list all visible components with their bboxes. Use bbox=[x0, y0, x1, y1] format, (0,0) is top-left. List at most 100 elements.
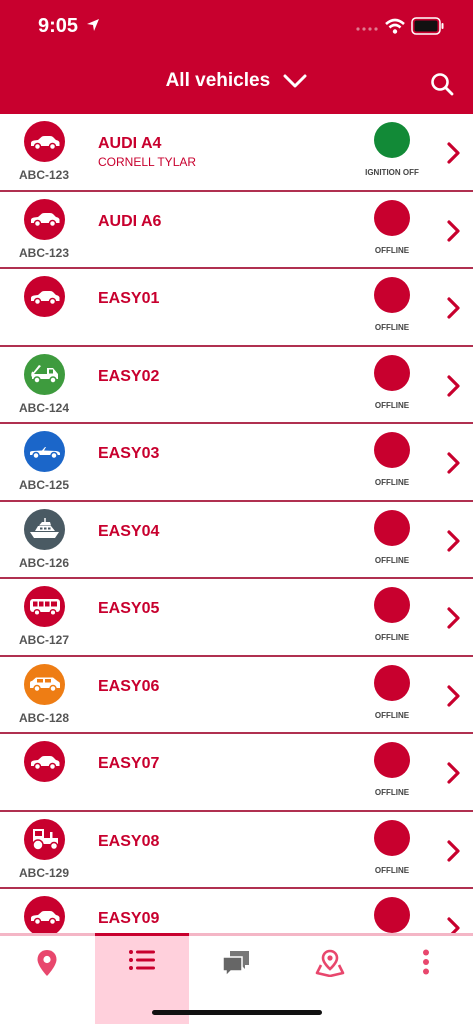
vehicle-name: EASY03 bbox=[98, 445, 160, 462]
vehicle-name: EASY09 bbox=[98, 910, 160, 927]
more-vertical-icon bbox=[423, 949, 429, 975]
tractor-icon bbox=[29, 826, 61, 852]
vehicle-row[interactable]: ABC-125 EASY03 OFFLINE bbox=[0, 424, 473, 502]
vehicle-plate: ABC-127 bbox=[18, 633, 69, 647]
chevron-down-icon bbox=[283, 74, 307, 88]
vehicle-avatar bbox=[24, 586, 65, 627]
vehicle-row[interactable]: ABC-128 EASY06 OFFLINE bbox=[0, 657, 473, 734]
search-icon[interactable] bbox=[430, 72, 454, 96]
chevron-right-icon[interactable] bbox=[446, 452, 460, 479]
vehicle-status: OFFLINE bbox=[374, 400, 410, 410]
vehicle-list[interactable]: ABC-123 AUDI A4 CORNELL TYLAR IGNITION OFF A… bbox=[0, 114, 473, 934]
car-icon bbox=[29, 134, 61, 150]
vehicle-avatar bbox=[24, 663, 65, 705]
vehicle-avatar bbox=[24, 198, 65, 240]
vehicle-row[interactable]: ABC-124 EASY02 OFFLINE bbox=[0, 347, 473, 424]
vehicle-name: AUDI A6 bbox=[98, 212, 162, 230]
status-indicator bbox=[374, 122, 410, 158]
tow-truck-icon bbox=[29, 362, 61, 386]
status-indicator bbox=[374, 897, 410, 933]
vehicle-status: OFFLINE bbox=[374, 788, 410, 797]
vehicle-plate: ABC-124 bbox=[18, 400, 69, 415]
vehicle-status: OFFLINE bbox=[374, 478, 410, 487]
status-indicator bbox=[374, 664, 410, 701]
chevron-right-icon[interactable] bbox=[446, 839, 460, 867]
location-pin-icon bbox=[37, 950, 57, 976]
chevron-right-icon[interactable] bbox=[446, 529, 460, 557]
chevron-right-icon[interactable] bbox=[446, 762, 460, 789]
status-indicator bbox=[374, 509, 410, 546]
convertible-icon bbox=[28, 444, 62, 460]
chevron-right-icon[interactable] bbox=[446, 917, 460, 934]
tab-more[interactable] bbox=[379, 933, 473, 1024]
vehicle-name: EASY07 bbox=[98, 755, 160, 772]
vehicle-plate: ABC-123 bbox=[18, 245, 69, 260]
vehicle-row[interactable]: ABC-127 EASY05 OFFLINE bbox=[0, 579, 473, 657]
vehicle-status: OFFLINE bbox=[374, 710, 410, 720]
vehicle-status: OFFLINE bbox=[374, 323, 410, 332]
vehicle-plate: ABC-129 bbox=[18, 865, 69, 880]
vehicle-driver: CORNELL TYLAR bbox=[98, 155, 197, 169]
list-icon bbox=[129, 950, 155, 970]
status-indicator bbox=[374, 819, 410, 856]
vehicle-name: AUDI A4 bbox=[98, 135, 162, 152]
vehicle-status: OFFLINE bbox=[374, 633, 410, 642]
vehicle-row[interactable]: EASY09 bbox=[0, 889, 473, 934]
vehicle-avatar bbox=[24, 896, 65, 934]
vehicle-avatar bbox=[24, 431, 65, 472]
vehicle-plate: ABC-126 bbox=[18, 555, 69, 570]
vehicle-name: EASY06 bbox=[98, 677, 160, 695]
active-tab-indicator bbox=[95, 933, 189, 936]
vehicle-avatar bbox=[24, 818, 65, 860]
vehicle-plate: ABC-128 bbox=[18, 710, 69, 725]
vehicle-row[interactable]: ABC-123 AUDI A6 OFFLINE bbox=[0, 192, 473, 269]
vehicle-row[interactable]: EASY01 OFFLINE bbox=[0, 269, 473, 347]
chevron-right-icon[interactable] bbox=[446, 374, 460, 402]
vehicle-plate: ABC-123 bbox=[18, 168, 69, 182]
battery-icon bbox=[411, 17, 444, 35]
boat-icon bbox=[28, 517, 62, 541]
car-icon bbox=[29, 211, 61, 227]
vehicle-plate: ABC-125 bbox=[18, 478, 69, 492]
place-icon bbox=[315, 949, 345, 977]
car-icon bbox=[29, 909, 61, 925]
status-indicator bbox=[374, 354, 410, 391]
tab-map[interactable] bbox=[0, 933, 94, 1024]
vehicle-avatar bbox=[24, 276, 65, 317]
status-indicator bbox=[374, 199, 410, 236]
status-indicator bbox=[374, 587, 410, 623]
bus-icon bbox=[28, 596, 62, 618]
status-indicator bbox=[374, 277, 410, 313]
chevron-right-icon[interactable] bbox=[446, 684, 460, 712]
chevron-right-icon[interactable] bbox=[446, 219, 460, 247]
app-header: 9:05 All vehicles bbox=[0, 0, 473, 114]
vehicle-row[interactable]: EASY07 OFFLINE bbox=[0, 734, 473, 812]
vehicle-status: IGNITION OFF bbox=[365, 168, 419, 177]
status-time-text: 9:05 bbox=[38, 15, 79, 37]
vehicle-avatar bbox=[24, 353, 65, 395]
home-indicator bbox=[152, 1010, 322, 1015]
vehicle-avatar bbox=[24, 508, 65, 550]
page-title: All vehicles bbox=[165, 70, 271, 91]
chevron-right-icon[interactable] bbox=[446, 607, 460, 634]
vehicle-name: EASY05 bbox=[98, 600, 160, 617]
cellular-signal-icon bbox=[356, 27, 378, 31]
vehicle-name: EASY01 bbox=[98, 290, 160, 307]
vehicle-status: OFFLINE bbox=[374, 555, 410, 565]
vehicle-row[interactable]: ABC-129 EASY08 OFFLINE bbox=[0, 812, 473, 889]
chevron-right-icon[interactable] bbox=[446, 297, 460, 324]
vehicle-name: EASY02 bbox=[98, 367, 160, 385]
suv-icon bbox=[28, 675, 62, 693]
vehicle-row[interactable]: ABC-126 EASY04 OFFLINE bbox=[0, 502, 473, 579]
car-icon bbox=[29, 289, 61, 305]
vehicle-filter-dropdown[interactable]: All vehicles bbox=[0, 70, 473, 92]
wifi-icon bbox=[385, 18, 405, 34]
chevron-right-icon[interactable] bbox=[446, 142, 460, 169]
status-indicator bbox=[374, 432, 410, 468]
vehicle-name: EASY04 bbox=[98, 522, 160, 540]
vehicle-status: OFFLINE bbox=[374, 865, 410, 875]
vehicle-avatar bbox=[24, 741, 65, 782]
location-arrow-icon bbox=[87, 19, 99, 31]
vehicle-row[interactable]: ABC-123 AUDI A4 CORNELL TYLAR IGNITION OFF bbox=[0, 114, 473, 192]
vehicle-name: EASY08 bbox=[98, 832, 160, 850]
